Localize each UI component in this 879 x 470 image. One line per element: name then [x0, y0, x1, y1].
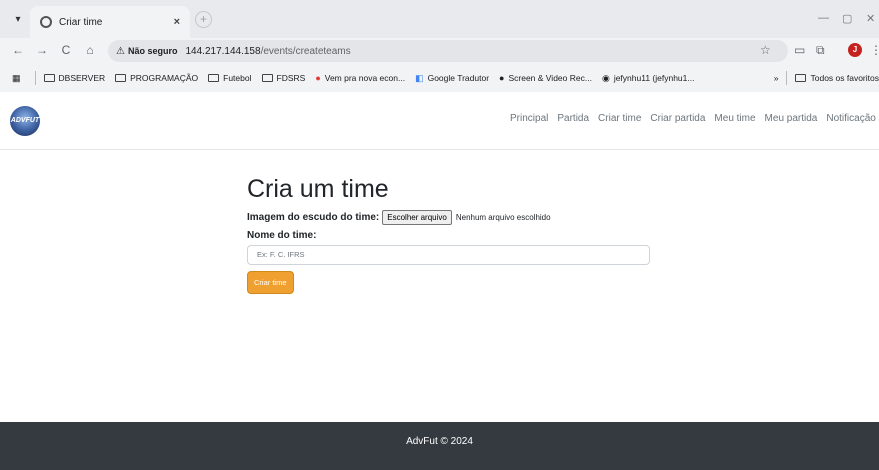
- bookmark-nova-economia[interactable]: ● Vem pra nova econ...: [315, 73, 405, 83]
- bookmark-dbserver[interactable]: DBSERVER: [43, 73, 105, 83]
- back-icon[interactable]: ←: [10, 43, 26, 57]
- image-label: Imagem do escudo do time:: [247, 212, 380, 223]
- image-field-row: Imagem do escudo do time: Escolher arqui…: [247, 210, 650, 225]
- url-path: /events/createteams: [260, 45, 351, 57]
- minimize-icon[interactable]: —: [818, 12, 829, 24]
- site-navbar: ADVFUT Principal Partida Criar time Cria…: [0, 92, 879, 150]
- team-name-input[interactable]: Ex: F. C. IFRS: [247, 245, 650, 265]
- bookmarks-right: » Todos os favoritos: [767, 64, 879, 92]
- home-icon[interactable]: ⌂: [82, 43, 98, 57]
- bookmark-screen-video[interactable]: ● Screen & Video Rec...: [499, 73, 592, 83]
- bookmark-star-icon[interactable]: ☆: [760, 43, 771, 57]
- close-tab-icon[interactable]: ×: [174, 16, 180, 28]
- bookmarks-divider-right: [786, 71, 788, 85]
- bookmark-github[interactable]: ◉ jefynhu11 (jefynhu1...: [602, 73, 695, 84]
- tab-bar: ▾ Criar time × + — ▢ ✕: [0, 0, 879, 38]
- nav-meu-partida[interactable]: Meu partida: [765, 113, 818, 124]
- maximize-icon[interactable]: ▢: [842, 12, 852, 25]
- profile-avatar[interactable]: J: [848, 43, 862, 57]
- apps-icon[interactable]: ▦: [12, 73, 25, 84]
- url-host: 144.217.144.158: [185, 45, 261, 57]
- menu-icon[interactable]: ⋮: [870, 43, 879, 57]
- choose-file-button[interactable]: Escolher arquivo: [382, 210, 452, 225]
- create-team-form: Cria um time Imagem do escudo do time: E…: [247, 175, 650, 294]
- extensions-icon[interactable]: ⧉: [816, 43, 825, 58]
- create-team-button[interactable]: Criar time: [247, 271, 294, 294]
- nav-meu-time[interactable]: Meu time: [714, 113, 755, 124]
- nav-principal[interactable]: Principal: [510, 113, 548, 124]
- nav-notificacao[interactable]: Notificação: [826, 113, 875, 124]
- record-icon: ●: [499, 73, 505, 83]
- advfut-logo[interactable]: ADVFUT: [10, 106, 40, 136]
- web-page: ADVFUT Principal Partida Criar time Cria…: [0, 92, 879, 470]
- globe-icon: [40, 16, 52, 28]
- folder-icon: [43, 74, 55, 82]
- address-bar[interactable]: ⚠ Não seguro 144.217.144.158/events/crea…: [108, 40, 788, 62]
- nav-criar-time[interactable]: Criar time: [598, 113, 641, 124]
- bookmarks-divider: [34, 71, 36, 85]
- red-circle-icon: ●: [315, 73, 321, 83]
- site-menu: Principal Partida Criar time Criar parti…: [510, 113, 879, 124]
- bookmarks-overflow-icon[interactable]: »: [774, 73, 779, 83]
- page-title: Cria um time: [247, 175, 389, 203]
- tab-search-icon[interactable]: ▾: [10, 12, 26, 28]
- bookmark-programacao[interactable]: PROGRAMAÇÃO: [115, 73, 198, 83]
- bookmark-futebol[interactable]: Futebol: [208, 73, 252, 83]
- translate-icon: ◧: [415, 72, 424, 83]
- github-icon: ◉: [601, 72, 610, 83]
- cast-icon[interactable]: ▭: [794, 43, 805, 57]
- footer-text: AdvFut © 2024: [406, 436, 473, 447]
- security-label[interactable]: Não seguro: [128, 46, 178, 56]
- navigation-row: ← → C ⌂ ⚠ Não seguro 144.217.144.158/eve…: [0, 38, 879, 64]
- folder-icon: [208, 74, 220, 82]
- tab-criar-time[interactable]: Criar time ×: [30, 6, 190, 38]
- folder-icon: [261, 74, 273, 82]
- bookmark-google-tradutor[interactable]: ◧ Google Tradutor: [415, 73, 489, 84]
- browser-chrome: ▾ Criar time × + — ▢ ✕ ← → C ⌂ ⚠ Não seg…: [0, 0, 879, 92]
- reload-icon[interactable]: C: [58, 43, 74, 57]
- nav-partida[interactable]: Partida: [557, 113, 589, 124]
- bookmark-fdsrs[interactable]: FDSRS: [261, 73, 305, 83]
- folder-icon: [795, 74, 807, 82]
- site-footer: AdvFut © 2024: [0, 422, 879, 470]
- close-window-icon[interactable]: ✕: [866, 12, 875, 25]
- nav-criar-partida[interactable]: Criar partida: [650, 113, 705, 124]
- file-status: Nenhum arquivo escolhido: [455, 213, 551, 222]
- tab-title: Criar time: [59, 16, 103, 28]
- forward-icon[interactable]: →: [34, 43, 50, 57]
- all-bookmarks[interactable]: Todos os favoritos: [795, 73, 879, 83]
- team-name-label: Nome do time:: [247, 230, 317, 241]
- folder-icon: [115, 74, 127, 82]
- bookmarks-bar: ▦ DBSERVER PROGRAMAÇÃO Futebol FDSRS ● Ve…: [0, 64, 879, 92]
- warning-icon: ⚠: [116, 45, 125, 57]
- new-tab-button[interactable]: +: [195, 11, 212, 28]
